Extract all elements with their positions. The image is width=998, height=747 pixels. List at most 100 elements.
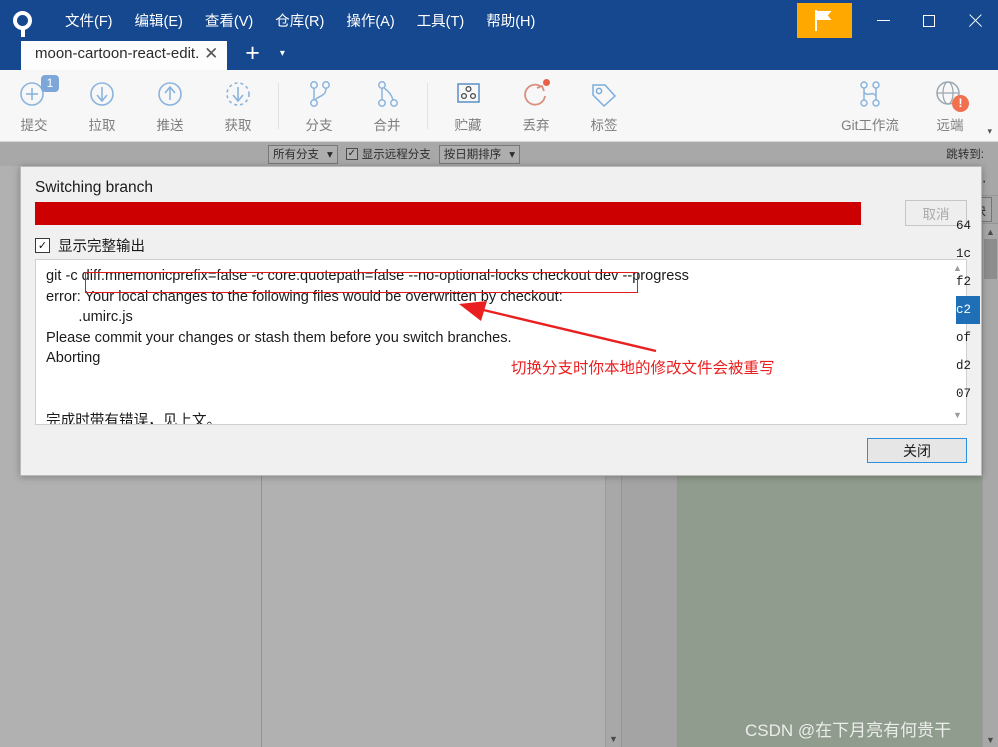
application-window: 所有分支 ▾ ✓ 显示远程分支 按日期排序 ▾ 跳转到: › origin ⌄ …	[0, 0, 998, 747]
toolbar-label: 远端	[936, 117, 964, 133]
output-line: .umirc.js	[46, 309, 133, 325]
menu-view[interactable]: 查看(V)	[194, 5, 264, 36]
merge-icon	[370, 78, 404, 110]
scrollbar-thumb[interactable]	[984, 239, 997, 279]
menu-bar: 文件(F) 编辑(E) 查看(V) 仓库(R) 操作(A) 工具(T) 帮助(H…	[54, 5, 546, 36]
command-output-box[interactable]: git -c diff.mnemonicprefix=false -c core…	[35, 259, 967, 425]
jump-to-label: 跳转到:	[946, 149, 984, 161]
checkbox-box: ✓	[345, 148, 358, 160]
toolbar-label: 拉取	[88, 117, 116, 133]
fetch-dashed-arrow-icon	[221, 78, 255, 110]
maximize-button[interactable]	[906, 0, 952, 41]
toolbar-commit-button[interactable]: 1 提交	[0, 72, 68, 140]
output-line: error: Your local changes to the followi…	[46, 288, 563, 305]
progress-track	[35, 202, 861, 225]
toolbar-label: 贮藏	[454, 117, 482, 133]
output-line: git -c diff.mnemonicprefix=false -c core…	[46, 268, 689, 284]
toolbar-label: 合并	[373, 117, 401, 133]
edge-text: 1c	[956, 247, 972, 261]
toolbar-label: Git工作流	[841, 117, 899, 133]
output-line: Aborting	[46, 350, 101, 366]
output-line: 完成时带有错误，见上文。	[46, 413, 222, 425]
scroll-down-icon[interactable]: ▼	[983, 732, 998, 747]
edge-text: 64	[956, 219, 972, 233]
toolbar-stash-button[interactable]: 贮藏	[434, 72, 502, 140]
toolbar-ribbon: 1 提交 拉取 推送 获取 分支 合并 贮藏 丢弃 标签 Git工作流 ! 远端…	[0, 70, 998, 142]
edge-text: d2	[956, 359, 972, 373]
menu-help[interactable]: 帮助(H)	[475, 5, 546, 36]
tab-label: moon-cartoon-react-edit.	[35, 45, 200, 62]
edge-text: 07	[956, 387, 972, 401]
edge-text-selected: c2	[956, 296, 980, 324]
title-bar: 文件(F) 编辑(E) 查看(V) 仓库(R) 操作(A) 工具(T) 帮助(H…	[0, 0, 998, 41]
toolbar-label: 标签	[590, 117, 618, 133]
stash-icon	[451, 78, 485, 110]
warning-badge-icon: !	[952, 94, 969, 112]
branch-icon	[302, 78, 336, 110]
toolbar-label: 提交	[20, 117, 48, 133]
toolbar-label: 推送	[156, 117, 184, 133]
menu-repository[interactable]: 仓库(R)	[264, 5, 335, 36]
show-full-output-checkbox[interactable]: ✓ 显示完整输出	[35, 235, 145, 256]
toolbar-separator	[278, 82, 279, 129]
scroll-down-icon[interactable]: ▼	[606, 731, 621, 747]
flag-icon	[814, 10, 835, 31]
toolbar-gitflow-button[interactable]: Git工作流	[824, 72, 916, 140]
chevron-down-icon: ▾	[327, 149, 333, 161]
tag-icon	[587, 78, 621, 110]
minimize-button[interactable]	[860, 0, 906, 41]
sort-order-value: 按日期排序	[443, 149, 502, 161]
show-remote-branches-checkbox[interactable]: ✓ 显示远程分支	[345, 146, 431, 162]
sourcetree-logo-icon	[0, 0, 44, 41]
remote-globe-icon: !	[933, 78, 969, 112]
checkbox-box: ✓	[35, 238, 50, 253]
sort-order-select[interactable]: 按日期排序 ▾	[438, 144, 521, 164]
menu-file[interactable]: 文件(F)	[54, 5, 124, 36]
toolbar-remote-button[interactable]: ! 远端	[916, 72, 984, 140]
branch-filter-value: 所有分支	[273, 149, 319, 161]
progress-bar	[35, 202, 861, 225]
close-window-button[interactable]	[952, 0, 998, 41]
menu-tools[interactable]: 工具(T)	[406, 5, 476, 36]
add-tab-icon[interactable]: +	[245, 41, 260, 66]
branch-filter-bar: 所有分支 ▾ ✓ 显示远程分支 按日期排序 ▾ 跳转到:	[0, 142, 998, 166]
show-remote-branches-label: 显示远程分支	[361, 149, 431, 161]
close-icon[interactable]: ✕	[201, 43, 221, 65]
discard-revert-icon	[519, 78, 553, 110]
toolbar-label: 获取	[224, 117, 252, 133]
toolbar-push-button[interactable]: 推送	[136, 72, 204, 140]
diff-scrollbar[interactable]: ▲ ▼	[982, 224, 998, 747]
annotation-text: 切换分支时你本地的修改文件会被重写	[511, 360, 775, 377]
toolbar-branch-button[interactable]: 分支	[285, 72, 353, 140]
toolbar-pull-button[interactable]: 拉取	[68, 72, 136, 140]
flag-button[interactable]	[797, 3, 852, 38]
pull-down-arrow-icon	[85, 78, 119, 110]
scroll-up-icon[interactable]: ▲	[983, 224, 998, 239]
chevron-down-icon: ▾	[509, 149, 516, 161]
switching-branch-dialog: Switching branch 取消 ✓ 显示完整输出 git -c diff…	[20, 166, 982, 476]
edge-text: f2	[956, 275, 972, 289]
edge-text: of	[956, 331, 972, 345]
toolbar-separator	[427, 82, 428, 129]
toolbar-label: 丢弃	[522, 117, 550, 133]
chevron-down-icon[interactable]: ▾	[280, 48, 285, 59]
tab-repository[interactable]: moon-cartoon-react-edit. ✕	[21, 37, 228, 70]
show-full-output-label: 显示完整输出	[58, 239, 145, 255]
toolbar-fetch-button[interactable]: 获取	[204, 72, 272, 140]
menu-actions[interactable]: 操作(A)	[335, 5, 405, 36]
toolbar-discard-button[interactable]: 丢弃	[502, 72, 570, 140]
graph-edge-column: 64 1c f2 c2 of d2 07	[956, 212, 980, 408]
branch-filter-select[interactable]: 所有分支 ▾	[268, 144, 338, 164]
scroll-down-icon[interactable]: ▼	[950, 408, 965, 423]
maximize-icon	[923, 14, 935, 27]
close-button[interactable]: 关闭	[867, 438, 967, 463]
toolbar-merge-button[interactable]: 合并	[353, 72, 421, 140]
minimize-icon	[876, 20, 890, 21]
menu-edit[interactable]: 编辑(E)	[124, 5, 194, 36]
dialog-title: Switching branch	[35, 179, 154, 196]
toolbar-overflow-icon[interactable]: ▾	[987, 126, 992, 137]
toolbar-tag-button[interactable]: 标签	[570, 72, 638, 140]
commit-count-badge: 1	[41, 74, 59, 92]
toolbar-label: 分支	[305, 117, 333, 133]
